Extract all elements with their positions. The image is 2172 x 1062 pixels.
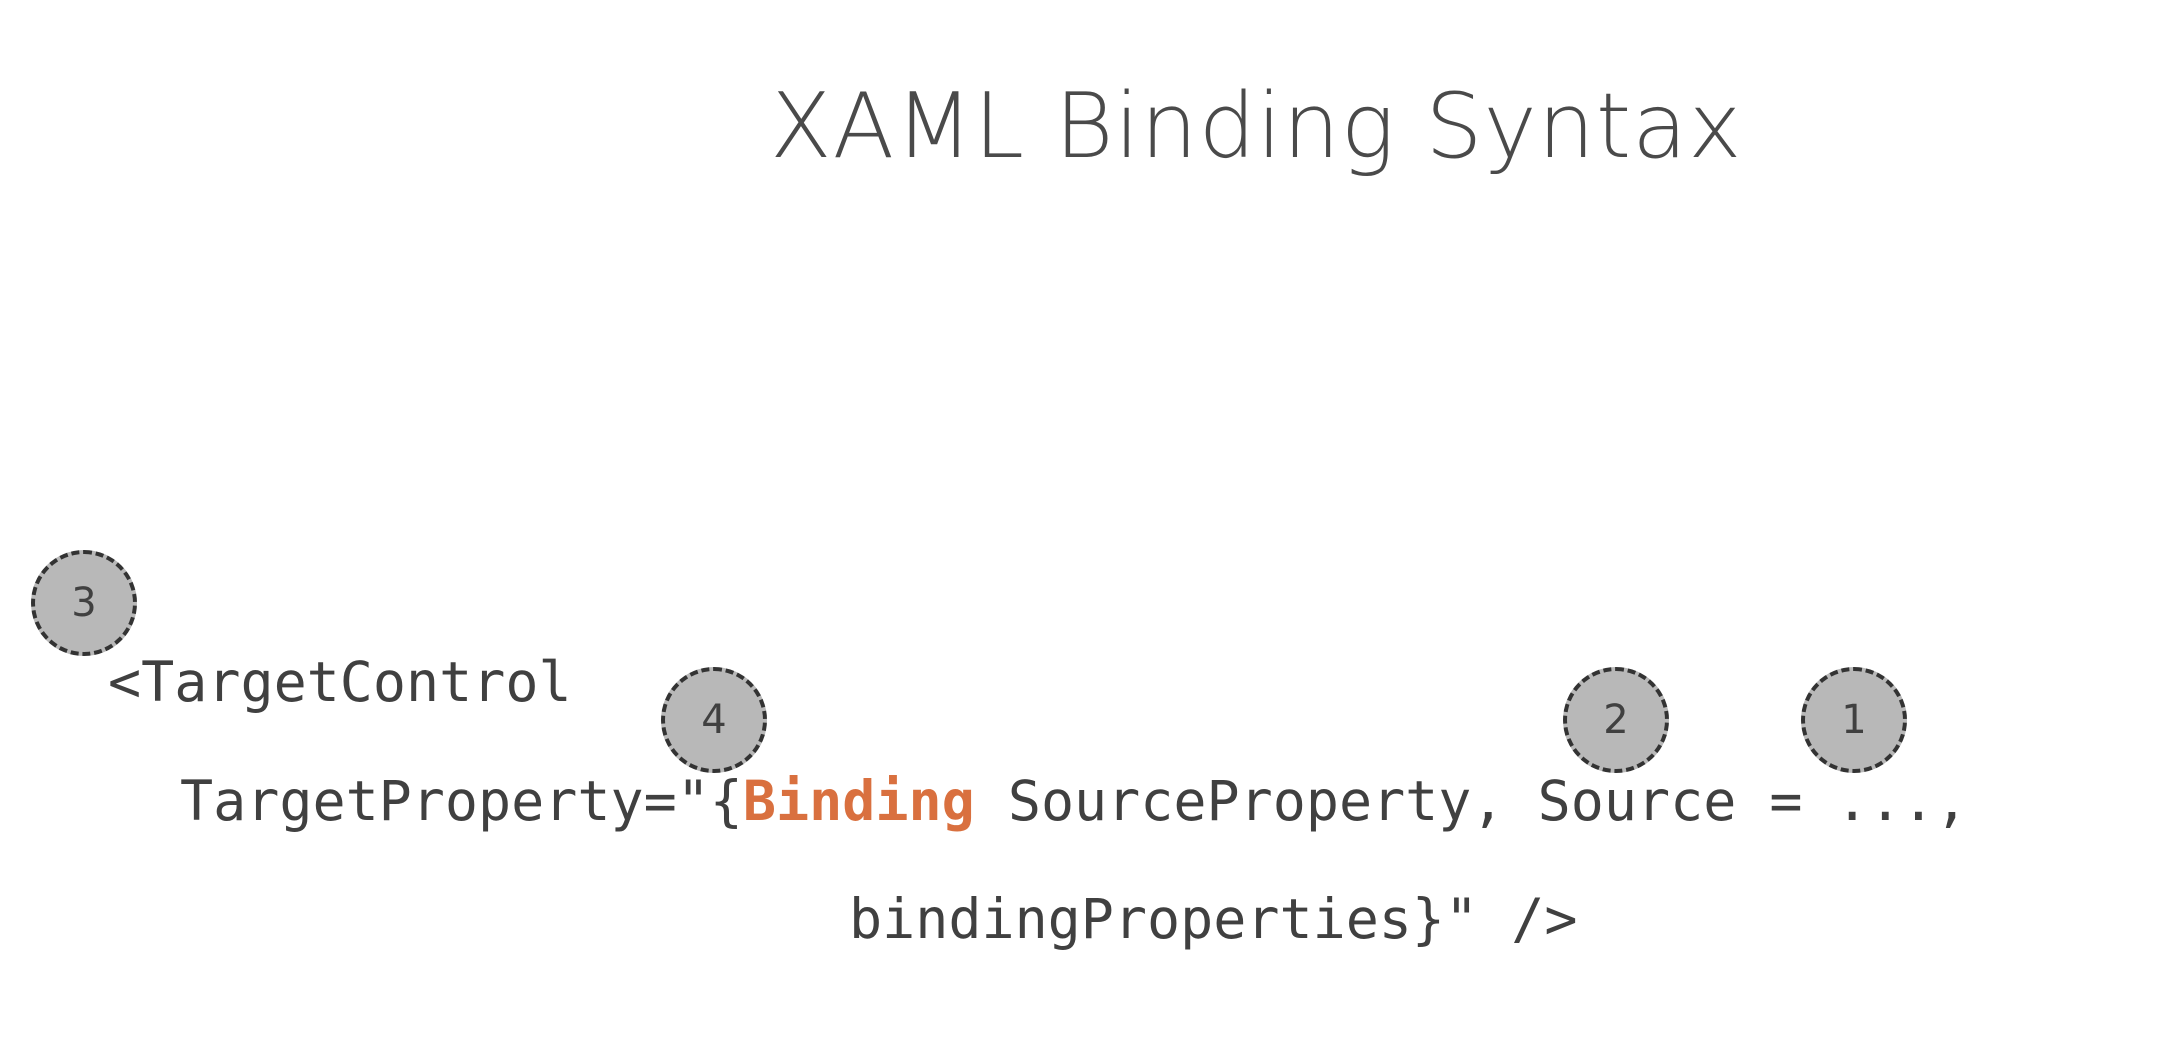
code-source-property: SourceProperty, Source = ..., [974,769,1969,833]
step-marker-2: 2 [1563,667,1669,773]
code-line-target-property: TargetProperty="{Binding SourceProperty,… [180,774,1968,829]
step-marker-4: 4 [661,667,767,773]
step-marker-3: 3 [31,550,137,656]
slide-title: XAML Binding Syntax [770,74,1743,179]
slide: XAML Binding Syntax <TargetControl Targe… [0,0,2172,1062]
step-marker-1: 1 [1801,667,1907,773]
code-line-target-control: <TargetControl [108,650,572,714]
code-binding-keyword: Binding [742,769,975,833]
code-line-binding-properties: bindingProperties}" /> [849,887,1578,951]
code-target-property-prefix: TargetProperty="{ [180,769,743,833]
